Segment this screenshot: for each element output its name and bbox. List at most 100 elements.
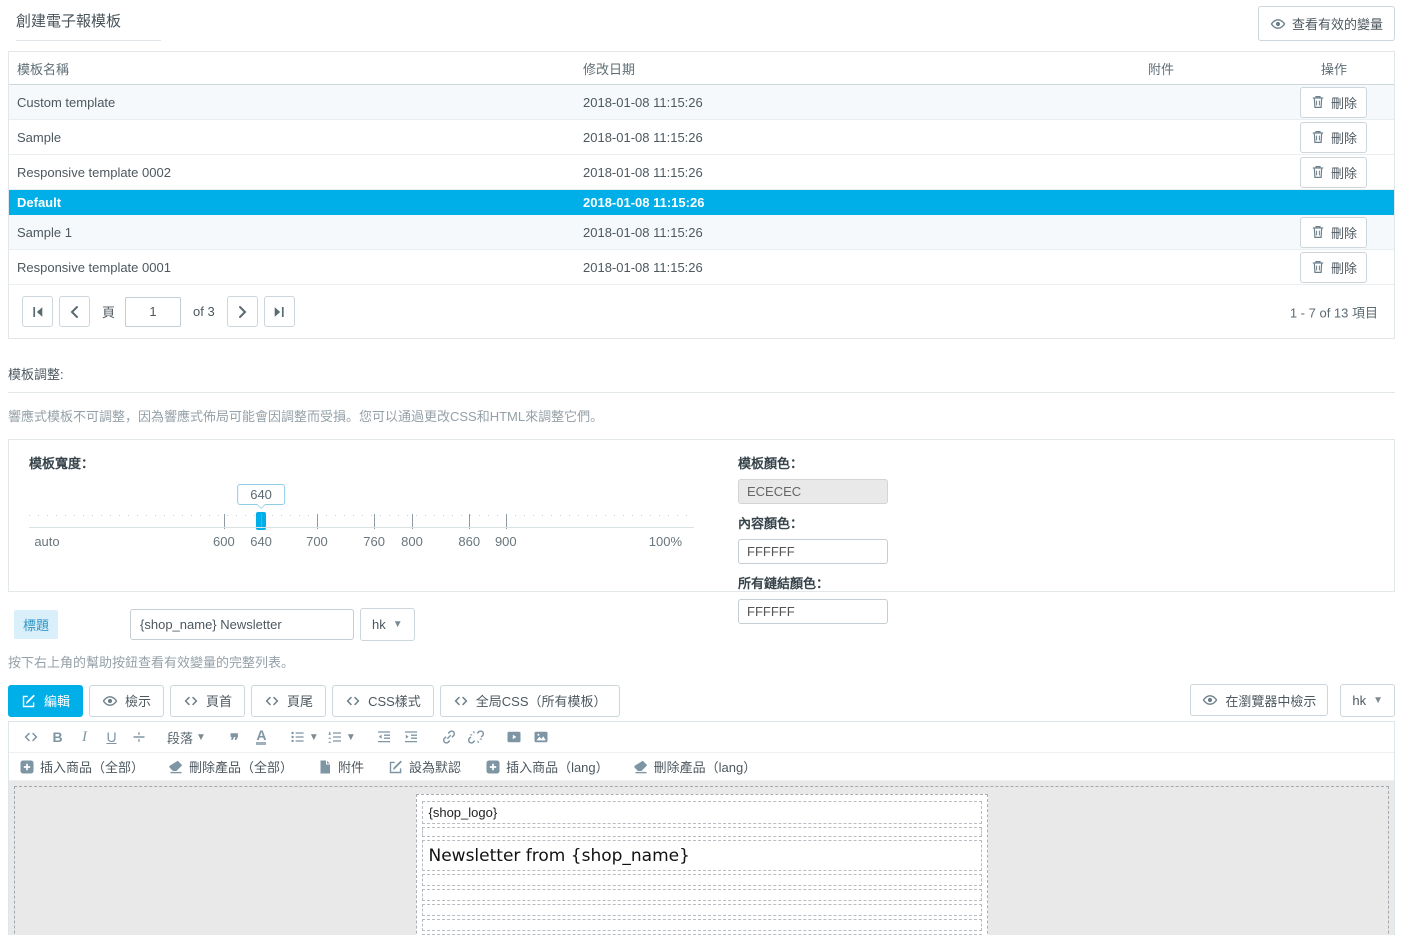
quote-button[interactable]: ❞ xyxy=(221,725,248,749)
empty-row[interactable] xyxy=(422,904,982,916)
table-row[interactable]: Default2018-01-08 11:15:26 xyxy=(9,190,1394,215)
operations-cell: 刪除 xyxy=(1234,157,1394,188)
product-toolbar-button[interactable]: 插入商品（全部） xyxy=(19,757,144,776)
bold-button[interactable]: B xyxy=(44,725,71,749)
product-toolbar: 插入商品（全部） 刪除產品（全部） 附件 設為默認 插入商品（lang） 刪除產品（lan… xyxy=(9,753,1394,781)
delete-button[interactable]: 刪除 xyxy=(1300,252,1367,283)
empty-row[interactable] xyxy=(422,889,982,901)
color-field-label: 模板顏色： xyxy=(738,453,1374,472)
color-field-label: 所有鏈結顏色： xyxy=(738,573,1374,592)
page-number-input[interactable] xyxy=(125,297,181,327)
font-color-icon: A xyxy=(256,729,266,745)
empty-row[interactable] xyxy=(422,874,982,886)
html-button[interactable] xyxy=(17,725,44,749)
tab-preview[interactable]: 檢示 xyxy=(89,685,164,717)
ul-button[interactable]: ▼ xyxy=(286,725,323,749)
color-field: 所有鏈結顏色： xyxy=(738,573,1374,624)
template-name: Responsive template 0001 xyxy=(9,260,575,275)
newsletter-body[interactable]: {shop_logo} Newsletter from {shop_name} … xyxy=(416,794,988,935)
product-toolbar-label: 刪除產品（全部） xyxy=(189,757,293,776)
code-icon xyxy=(264,693,280,709)
delete-button[interactable]: 刪除 xyxy=(1300,87,1367,118)
top-bar: 創建電子報模板 查看有效的變量 xyxy=(0,0,1403,41)
tab-header[interactable]: 頁首 xyxy=(170,685,245,717)
slider-tick-label: 640 xyxy=(250,534,272,549)
tab-edit[interactable]: 編輯 xyxy=(8,685,83,717)
delete-button[interactable]: 刪除 xyxy=(1300,122,1367,153)
trash-icon xyxy=(1310,129,1326,145)
outdent-button[interactable] xyxy=(371,725,398,749)
table-body: Custom template2018-01-08 11:15:26刪除Samp… xyxy=(9,85,1394,285)
view-variables-button[interactable]: 查看有效的變量 xyxy=(1258,6,1395,41)
editor-canvas[interactable]: {shop_logo} Newsletter from {shop_name} … xyxy=(9,781,1394,935)
empty-row[interactable] xyxy=(422,827,982,837)
preview-language-value: hk xyxy=(1352,693,1366,708)
indent-icon xyxy=(403,729,419,745)
table-row[interactable]: Sample2018-01-08 11:15:26刪除 xyxy=(9,120,1394,155)
fontcolor-button[interactable]: A xyxy=(248,725,275,749)
table-row[interactable]: Responsive template 00012018-01-08 11:15… xyxy=(9,250,1394,285)
tab-css[interactable]: CSS樣式 xyxy=(332,685,434,717)
unlink-icon xyxy=(468,729,484,745)
tab-footer[interactable]: 頁尾 xyxy=(251,685,326,717)
image-button[interactable] xyxy=(528,725,555,749)
product-toolbar-button[interactable]: 設為默認 xyxy=(388,757,461,776)
ol-list-icon xyxy=(327,729,343,745)
product-toolbar-button[interactable]: 刪除產品（lang） xyxy=(633,757,757,776)
link-button[interactable] xyxy=(436,725,463,749)
tab-label: CSS樣式 xyxy=(368,691,421,710)
chevron-down-icon: ▼ xyxy=(309,732,319,743)
unlink-button[interactable] xyxy=(463,725,490,749)
prev-page-icon xyxy=(67,304,83,320)
table-row[interactable]: Responsive template 00022018-01-08 11:15… xyxy=(9,155,1394,190)
slider-tick xyxy=(412,514,413,529)
ol-button[interactable]: ▼ xyxy=(323,725,360,749)
subject-language-dropdown[interactable]: hk ▼ xyxy=(360,608,415,641)
plus-icon xyxy=(485,759,501,775)
preview-language-dropdown[interactable]: hk ▼ xyxy=(1340,684,1395,717)
indent-button[interactable] xyxy=(398,725,425,749)
preview-in-browser-button[interactable]: 在瀏覽器中檢示 xyxy=(1190,684,1328,716)
color-field: 模板顏色： xyxy=(738,453,1374,504)
table-row[interactable]: Custom template2018-01-08 11:15:26刪除 xyxy=(9,85,1394,120)
color-input[interactable] xyxy=(738,599,888,624)
slider-tick xyxy=(506,514,507,529)
color-input[interactable] xyxy=(738,539,888,564)
italic-button[interactable]: I xyxy=(71,725,98,749)
strike-button[interactable] xyxy=(125,725,152,749)
slider-tick-label: 800 xyxy=(401,534,423,549)
pagination-next-button[interactable] xyxy=(227,296,258,327)
video-button[interactable] xyxy=(501,725,528,749)
templates-table: 模板名稱 修改日期 附件 操作 Custom template2018-01-0… xyxy=(8,51,1395,339)
empty-row[interactable] xyxy=(422,919,982,931)
paragraph-button[interactable]: 段落▼ xyxy=(163,725,210,749)
product-toolbar-button[interactable]: 附件 xyxy=(317,757,364,776)
table-row[interactable]: Sample 12018-01-08 11:15:26刪除 xyxy=(9,215,1394,250)
product-toolbar-button[interactable]: 插入商品（lang） xyxy=(485,757,609,776)
pagination-first-button[interactable] xyxy=(22,296,53,327)
subject-input[interactable] xyxy=(130,609,354,640)
image-icon xyxy=(533,729,549,745)
italic-icon: I xyxy=(82,729,87,746)
underline-button[interactable]: U xyxy=(98,725,125,749)
product-toolbar-label: 刪除產品（lang） xyxy=(654,757,757,776)
delete-button[interactable]: 刪除 xyxy=(1300,217,1367,248)
template-name: Responsive template 0002 xyxy=(9,165,575,180)
pagination-prev-button[interactable] xyxy=(59,296,90,327)
color-input xyxy=(738,479,888,504)
pagination-last-button[interactable] xyxy=(264,296,295,327)
width-slider[interactable]: 640 auto600640700760800860900100% xyxy=(29,515,694,528)
delete-button[interactable]: 刪除 xyxy=(1300,157,1367,188)
product-toolbar-button[interactable]: 刪除產品（全部） xyxy=(168,757,293,776)
slider-tick-label: 760 xyxy=(363,534,385,549)
slider-tick xyxy=(374,514,375,529)
link-icon xyxy=(441,729,457,745)
delete-label: 刪除 xyxy=(1331,93,1357,112)
operations-cell: 刪除 xyxy=(1234,252,1394,283)
shop-logo-placeholder[interactable]: {shop_logo} xyxy=(422,801,982,824)
page-of-label: of 3 xyxy=(193,304,215,319)
delete-label: 刪除 xyxy=(1331,128,1357,147)
newsletter-headline[interactable]: Newsletter from {shop_name} xyxy=(422,840,982,871)
chevron-down-icon: ▼ xyxy=(393,619,403,630)
tab-global-css[interactable]: 全局CSS（所有模板） xyxy=(440,685,620,717)
